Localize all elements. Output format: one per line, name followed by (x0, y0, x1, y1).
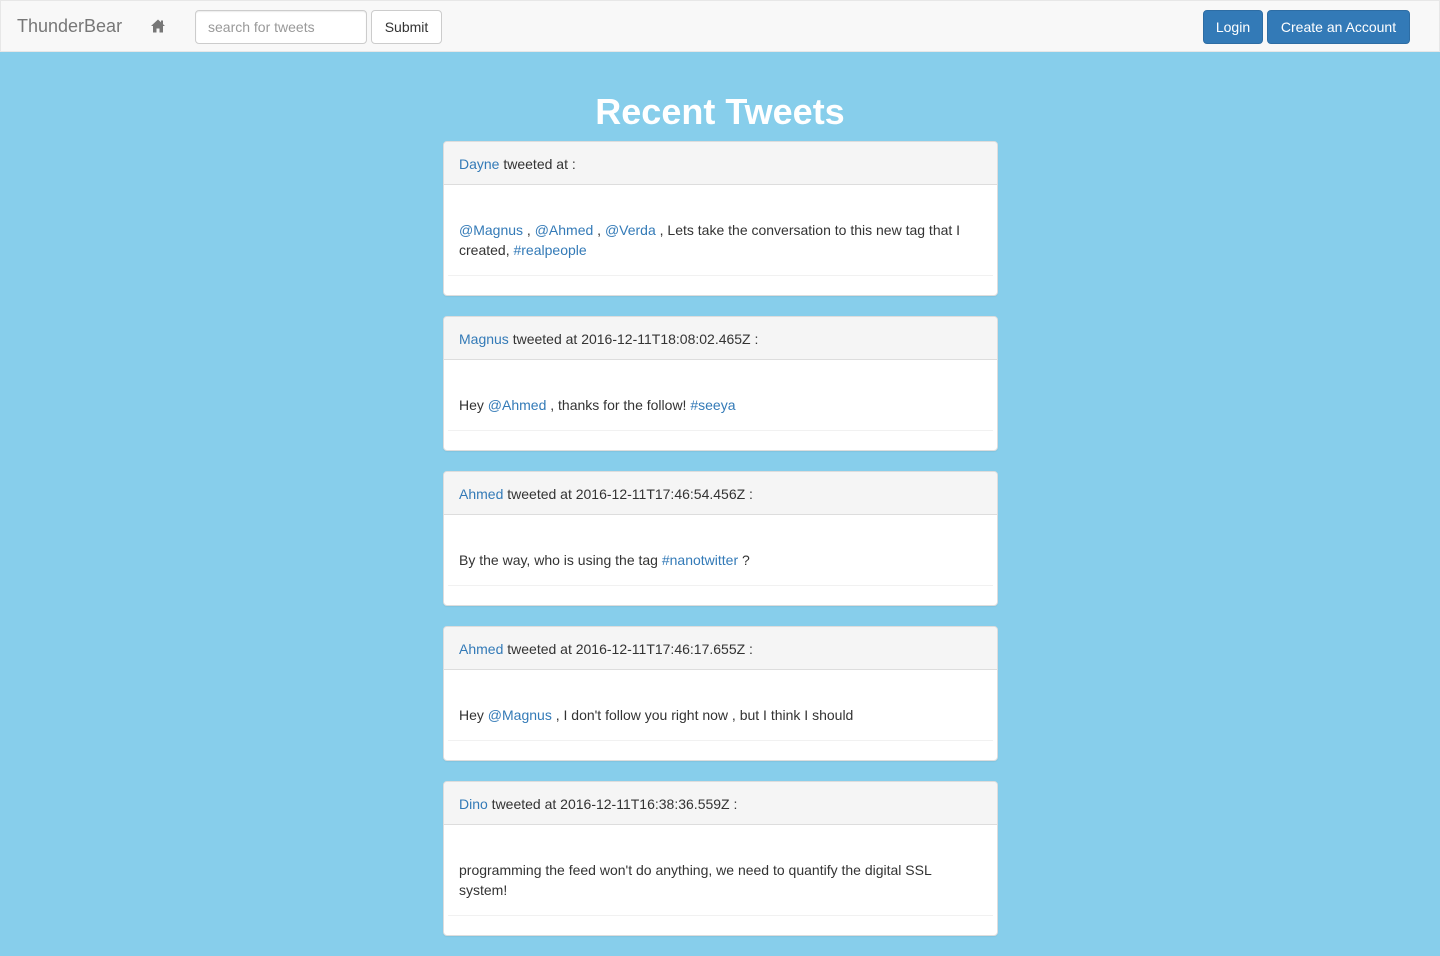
tweet-panel: Dino tweeted at 2016-12-11T16:38:36.559Z… (443, 781, 998, 936)
page-title: Recent Tweets (595, 91, 845, 132)
mention-link[interactable]: @Magnus (488, 707, 552, 723)
tweet-body: By the way, who is using the tag #nanotw… (444, 515, 997, 585)
login-button[interactable]: Login (1203, 10, 1263, 44)
mention-link[interactable]: @Verda (605, 222, 656, 238)
tweet-text: Hey (459, 707, 488, 723)
home-icon[interactable] (150, 18, 166, 34)
tweet-header: Dayne tweeted at : (444, 142, 997, 185)
tweet-timestamp: tweeted at : (499, 156, 576, 172)
tweet-footer (448, 740, 993, 760)
hashtag-link[interactable]: #nanotwitter (662, 552, 738, 568)
tweet-header: Ahmed tweeted at 2016-12-11T17:46:17.655… (444, 627, 997, 670)
navbar: ThunderBear Submit Login Create an Accou… (0, 0, 1440, 52)
tweet-feed: Dayne tweeted at : @Magnus , @Ahmed , @Ve… (443, 141, 998, 956)
tweet-text: , I don't follow you right now , but I t… (551, 707, 854, 723)
tweet-text: , (593, 222, 605, 238)
mention-link[interactable]: @Ahmed (488, 397, 547, 413)
tweet-text: , thanks for the follow! (546, 397, 691, 413)
hashtag-link[interactable]: #seeya (690, 397, 735, 413)
tweet-author-link[interactable]: Ahmed (459, 641, 503, 657)
tweet-footer (448, 430, 993, 450)
tweet-author-link[interactable]: Ahmed (459, 486, 503, 502)
tweet-footer (448, 275, 993, 295)
tweet-text: Hey (459, 397, 488, 413)
search-input[interactable] (195, 10, 367, 44)
tweet-body: programming the feed won't do anything, … (444, 825, 997, 915)
tweet-timestamp: tweeted at 2016-12-11T18:08:02.465Z : (508, 331, 759, 347)
mention-link[interactable]: @Magnus (459, 222, 523, 238)
tweet-panel: Ahmed tweeted at 2016-12-11T17:46:17.655… (443, 626, 998, 761)
tweet-body: Hey @Magnus , I don't follow you right n… (444, 670, 997, 740)
tweet-body: @Magnus , @Ahmed , @Verda , Lets take th… (444, 185, 997, 275)
tweet-text: ? (738, 552, 750, 568)
tweet-text: , (523, 222, 535, 238)
tweet-text: programming the feed won't do anything, … (459, 862, 932, 898)
tweet-footer (448, 915, 993, 935)
mention-link[interactable]: @Ahmed (535, 222, 594, 238)
tweet-timestamp: tweeted at 2016-12-11T16:38:36.559Z : (487, 796, 738, 812)
tweet-author-link[interactable]: Dino (459, 796, 488, 812)
tweet-text: By the way, who is using the tag (459, 552, 662, 568)
tweet-author-link[interactable]: Dayne (459, 156, 499, 172)
create-account-button[interactable]: Create an Account (1267, 10, 1410, 44)
tweet-header: Magnus tweeted at 2016-12-11T18:08:02.46… (444, 317, 997, 360)
tweet-panel: Ahmed tweeted at 2016-12-11T17:46:54.456… (443, 471, 998, 606)
tweet-header: Ahmed tweeted at 2016-12-11T17:46:54.456… (444, 472, 997, 515)
tweet-timestamp: tweeted at 2016-12-11T17:46:54.456Z : (503, 486, 753, 502)
tweet-footer (448, 585, 993, 605)
tweet-author-link[interactable]: Magnus (459, 331, 509, 347)
hashtag-link[interactable]: #realpeople (513, 242, 586, 258)
tweet-panel: Dayne tweeted at : @Magnus , @Ahmed , @Ve… (443, 141, 998, 296)
tweet-body: Hey @Ahmed , thanks for the follow! #see… (444, 360, 997, 430)
tweet-header: Dino tweeted at 2016-12-11T16:38:36.559Z… (444, 782, 997, 825)
tweet-panel: Magnus tweeted at 2016-12-11T18:08:02.46… (443, 316, 998, 451)
brand-link[interactable]: ThunderBear (17, 16, 122, 36)
tweet-timestamp: tweeted at 2016-12-11T17:46:17.655Z : (503, 641, 753, 657)
submit-button[interactable]: Submit (371, 10, 442, 44)
